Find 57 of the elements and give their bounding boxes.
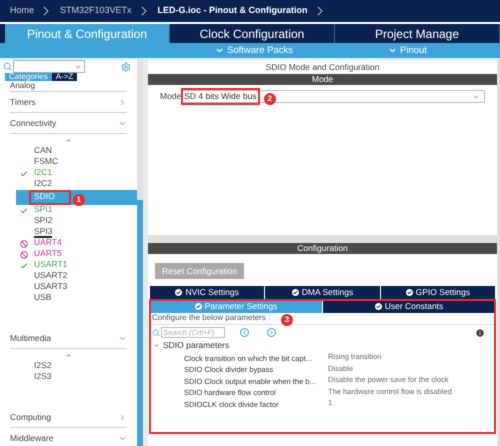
- search-icon: [3, 62, 12, 71]
- section-header: Configuration: [148, 243, 497, 254]
- dropdown-value: SD 4 bits Wide bus: [183, 90, 258, 103]
- panel-title: SDIO Mode and Configuration: [148, 60, 497, 74]
- info-icon[interactable]: [475, 328, 485, 338]
- category-header[interactable]: Analog: [10, 81, 35, 91]
- chevron-icon: [153, 342, 160, 349]
- peripheral-item[interactable]: SPI2: [34, 216, 52, 227]
- check-icon: [175, 289, 182, 296]
- settings-tab[interactable]: GPIO Settings: [380, 286, 495, 299]
- peripheral-item[interactable]: USART3: [34, 282, 68, 293]
- annotation-badge: 1: [72, 194, 85, 206]
- group-header[interactable]: SDIO parameters: [150, 340, 495, 351]
- check-icon: [194, 302, 202, 310]
- chevron-icon: [118, 98, 127, 106]
- breadcrumb[interactable]: STM32F103VETx: [56, 4, 136, 18]
- settings-tab[interactable]: NVIC Settings: [150, 286, 264, 299]
- category-header[interactable]: Timers: [10, 92, 127, 113]
- section-header: Mode: [148, 74, 497, 85]
- peripheral-item[interactable]: SPI3: [34, 227, 52, 238]
- category-header[interactable]: Computing: [10, 407, 127, 428]
- peripheral-item[interactable]: I2C2: [34, 179, 52, 190]
- view-tab[interactable]: A->Z: [52, 73, 78, 81]
- chevron-icon: [215, 46, 224, 55]
- peripheral-item[interactable]: FSMC: [34, 157, 58, 168]
- breadcrumb[interactable]: LED-G.ioc - Pinout & Configuration: [154, 4, 312, 18]
- settings-tab[interactable]: User Constants: [323, 300, 495, 313]
- peripheral-item[interactable]: USART2: [34, 271, 68, 282]
- scroll-up-icon[interactable]: [65, 136, 72, 144]
- peripheral-item[interactable]: I2S2: [34, 361, 52, 372]
- chevron-icon: [388, 46, 397, 55]
- next-icon[interactable]: [267, 328, 276, 337]
- peripheral-item[interactable]: CAN: [34, 146, 52, 157]
- breadcrumb[interactable]: Home: [6, 4, 38, 18]
- category-header[interactable]: Connectivity: [10, 113, 127, 134]
- check-icon: [406, 289, 413, 296]
- peripheral-item[interactable]: USB: [34, 293, 52, 304]
- scroll-up-icon[interactable]: [65, 352, 72, 358]
- mode-dropdown[interactable]: SD 4 bits Wide bus 2: [182, 90, 485, 103]
- check-icon: [292, 289, 299, 296]
- peripheral-item[interactable]: UART4: [34, 238, 62, 249]
- peripheral-item[interactable]: UART5: [34, 249, 62, 260]
- chevron-icon: [118, 412, 127, 422]
- scrollbar[interactable]: [137, 60, 143, 446]
- search-dropdown[interactable]: [13, 60, 85, 73]
- annotation-badge: 2: [264, 92, 276, 104]
- settings-icon[interactable]: [121, 62, 131, 72]
- search-icon: [152, 328, 160, 336]
- annotation-badge: 3: [281, 314, 293, 326]
- category-header[interactable]: Middleware: [10, 428, 127, 446]
- category-header[interactable]: Multimedia: [10, 328, 127, 349]
- field-label: Mode: [160, 90, 182, 103]
- check-icon: [374, 302, 382, 310]
- settings-tab[interactable]: DMA Settings: [265, 286, 380, 299]
- hint-text: Configure the below parameters :: [152, 312, 270, 324]
- previous-icon[interactable]: [240, 328, 249, 337]
- peripheral-item[interactable]: I2S3: [34, 372, 52, 383]
